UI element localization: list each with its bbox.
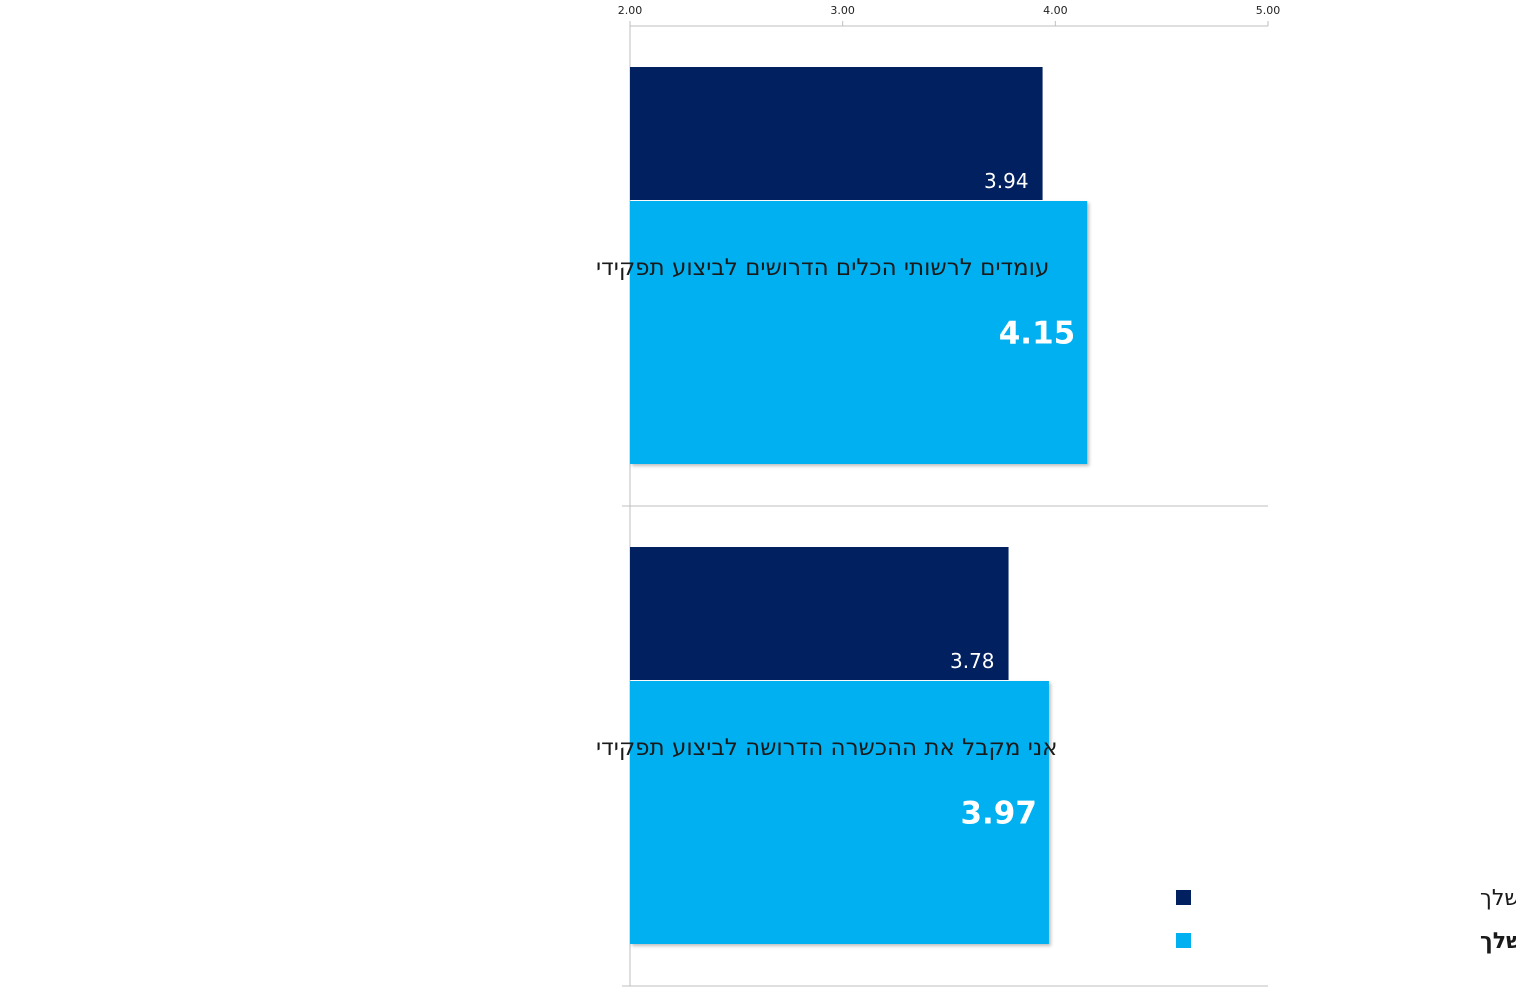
- x-tick-label: 3.00: [830, 4, 855, 17]
- x-tick-label: 5.00: [1256, 4, 1281, 17]
- data-label: 3.94: [984, 169, 1029, 193]
- category-label: אני מקבל את ההכשרה הדרושה לביצוע תפקידי: [596, 735, 1058, 761]
- legend-swatch: [1176, 890, 1191, 905]
- bar-chart: 2.00 3.00 4.00 5.00 עומדים לרשותי הכלים הדרו…: [596, 4, 1516, 987]
- legend-label: האזור שלך: [1480, 929, 1516, 954]
- legend: כלל הארגון ללא האזור שלך האזור שלך: [1176, 886, 1516, 954]
- category-label: עומדים לרשותי הכלים הדרושים לביצוע תפקיד…: [596, 255, 1049, 281]
- x-tick-label: 4.00: [1043, 4, 1068, 17]
- data-label: 3.78: [950, 649, 995, 673]
- data-label: 3.97: [960, 796, 1037, 832]
- legend-label: כלל הארגון ללא האזור שלך: [1480, 886, 1516, 911]
- data-label: 4.15: [999, 316, 1076, 352]
- bar-organization: [630, 67, 1043, 200]
- legend-swatch: [1176, 933, 1191, 948]
- x-tick-label: 2.00: [618, 4, 643, 17]
